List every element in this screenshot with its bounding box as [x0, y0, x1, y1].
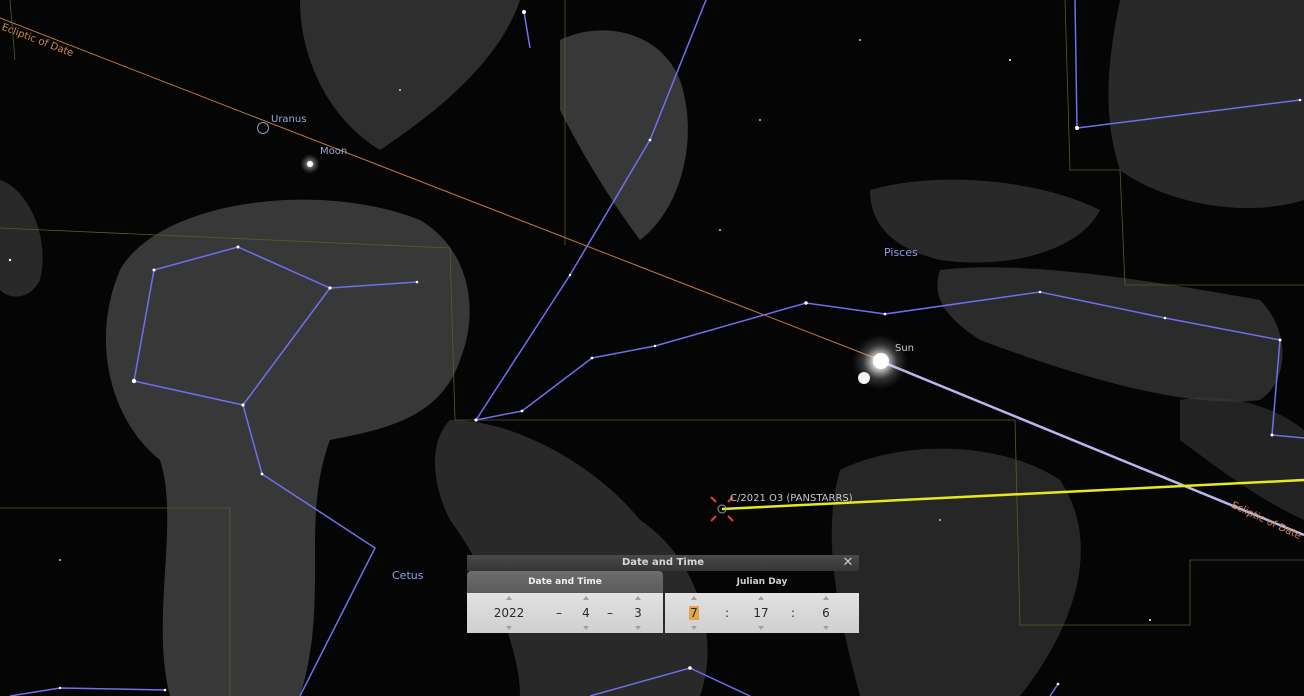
date-separator: – — [607, 606, 613, 620]
uranus-label[interactable]: Uranus — [271, 114, 306, 125]
dialog-title[interactable]: Date and Time — [467, 555, 859, 571]
time-separator: : — [791, 606, 796, 620]
sun-label[interactable]: Sun — [895, 343, 914, 354]
hour-down-arrow-icon[interactable] — [691, 626, 697, 630]
comet-label[interactable]: C/2021 O3 (PANSTARRS) — [730, 493, 853, 504]
cetus-label: Cetus — [392, 569, 424, 582]
month-spinner[interactable]: 4 — [575, 593, 597, 633]
second-down-arrow-icon[interactable] — [823, 626, 829, 630]
year-down-arrow-icon[interactable] — [506, 626, 512, 630]
hour-edit-cursor[interactable]: 7 — [689, 606, 699, 620]
date-time-dialog[interactable]: Date and Time ✕ Date and Time Julian Day… — [467, 555, 859, 633]
month-up-arrow-icon[interactable] — [583, 596, 589, 600]
month-down-arrow-icon[interactable] — [583, 626, 589, 630]
tab-julian-day[interactable]: Julian Day — [665, 571, 859, 593]
second-value[interactable]: 6 — [815, 605, 837, 621]
uranus-marker — [257, 122, 269, 134]
date-pane: 2022 – 4 – 3 — [467, 593, 663, 633]
pisces-label: Pisces — [884, 246, 918, 259]
tab-date-and-time[interactable]: Date and Time — [467, 571, 663, 593]
year-spinner[interactable]: 2022 — [489, 593, 529, 633]
dialog-tabs: Date and Time Julian Day — [467, 571, 859, 593]
year-value[interactable]: 2022 — [489, 605, 529, 621]
minute-up-arrow-icon[interactable] — [758, 596, 764, 600]
date-separator: – — [556, 606, 562, 620]
day-down-arrow-icon[interactable] — [635, 626, 641, 630]
year-up-arrow-icon[interactable] — [506, 596, 512, 600]
hour-spinner[interactable]: 7 — [683, 593, 705, 633]
time-separator: : — [725, 606, 730, 620]
close-icon[interactable]: ✕ — [841, 555, 855, 571]
hour-up-arrow-icon[interactable] — [691, 596, 697, 600]
time-pane: 7 : 17 : 6 — [665, 593, 859, 633]
minute-spinner[interactable]: 17 — [749, 593, 773, 633]
day-value[interactable]: 3 — [627, 605, 649, 621]
moon — [307, 161, 313, 167]
month-value[interactable]: 4 — [575, 605, 597, 621]
planet-near-sun — [858, 372, 870, 384]
second-up-arrow-icon[interactable] — [823, 596, 829, 600]
second-spinner[interactable]: 6 — [815, 593, 837, 633]
moon-label[interactable]: Moon — [320, 146, 347, 157]
day-up-arrow-icon[interactable] — [635, 596, 641, 600]
hour-value[interactable]: 7 — [683, 605, 705, 621]
sun — [873, 353, 889, 369]
minute-value[interactable]: 17 — [749, 605, 773, 621]
day-spinner[interactable]: 3 — [627, 593, 649, 633]
minute-down-arrow-icon[interactable] — [758, 626, 764, 630]
